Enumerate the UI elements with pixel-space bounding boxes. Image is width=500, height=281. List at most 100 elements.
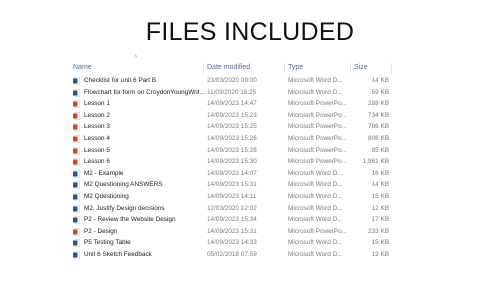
file-type: Microsoft Word D...: [288, 169, 343, 177]
column-divider[interactable]: [284, 63, 285, 73]
file-size: 15 KB: [371, 239, 389, 247]
file-row[interactable]: Lesson 2 14/09/2023 15:23 Microsoft PowerP…: [69, 110, 399, 122]
file-type: Microsoft Word D...: [288, 88, 343, 96]
file-size: 59 KB: [371, 88, 389, 96]
column-header-size[interactable]: Size: [354, 62, 368, 74]
file-type: Microsoft PowerPo...: [288, 100, 347, 108]
powerpoint-icon: [73, 158, 80, 167]
file-date: 11/03/2020 16:25: [207, 88, 257, 96]
file-name: Lesson 6: [84, 158, 110, 166]
file-size: 14 KB: [371, 77, 389, 84]
file-name: M2. Justify Design decisions: [84, 204, 165, 212]
file-row[interactable]: Lesson 6 14/09/2023 15:30 Microsoft PowerP…: [69, 156, 399, 168]
file-row[interactable]: P5 Testing Table 14/09/2023 14:33 Microsof…: [69, 237, 399, 249]
file-type: Microsoft Word D...: [288, 181, 343, 189]
word-doc-icon: [73, 251, 80, 259]
column-divider[interactable]: [391, 63, 392, 73]
file-type: Microsoft Word D...: [288, 193, 343, 200]
file-name: Flowchart for form on CroydonYoungWrit..…: [84, 88, 205, 96]
word-doc-icon: [73, 181, 80, 190]
file-row[interactable]: P2 - Design 14/09/2023 15:31 Microsoft Pow…: [69, 226, 399, 238]
file-type: Microsoft Word D...: [288, 77, 343, 84]
column-header-row: Name Date modified Type Size: [69, 62, 399, 74]
file-type: Microsoft PowerPo...: [288, 135, 347, 142]
word-doc-icon: [73, 239, 80, 248]
file-date: 12/03/2020 12:02: [207, 204, 257, 212]
column-divider[interactable]: [350, 63, 351, 73]
word-doc-icon: [73, 204, 80, 213]
file-type: Microsoft PowerPo...: [288, 227, 347, 235]
powerpoint-icon: [73, 146, 80, 155]
file-row[interactable]: Lesson 4 14/09/2023 15:26 Microsoft PowerP…: [69, 133, 399, 145]
file-name: P2 - Design: [84, 227, 118, 235]
column-divider[interactable]: [203, 63, 204, 73]
file-size: 734 KB: [368, 111, 389, 119]
file-date: 14/09/2023 15:31: [207, 227, 257, 235]
file-type: Microsoft PowerPo...: [288, 111, 347, 119]
powerpoint-icon: [73, 135, 80, 143]
column-header-date-modified[interactable]: Date modified: [207, 62, 250, 74]
file-size: 14 KB: [371, 181, 389, 189]
file-explorer-list: ^ Name Date modified Type Size Checklist…: [69, 55, 399, 266]
word-doc-icon: [73, 216, 80, 225]
file-date: 14/09/2023 15:26: [207, 135, 257, 142]
slide-title: FILES INCLUDED: [145, 18, 355, 46]
powerpoint-icon: [73, 111, 80, 120]
powerpoint-icon: [73, 123, 80, 132]
file-name: P2 - Review the Website Design: [84, 216, 176, 224]
word-doc-icon: [73, 88, 80, 97]
file-type: Microsoft Word D...: [288, 216, 343, 224]
file-size: 17 KB: [371, 216, 389, 224]
file-date: 14/09/2023 15:31: [207, 181, 257, 189]
file-type: Microsoft Word D...: [288, 239, 343, 247]
file-date: 14/09/2023 15:34: [207, 216, 257, 224]
file-size: 806 KB: [368, 135, 389, 142]
powerpoint-icon: [73, 227, 80, 236]
file-name: M2 - Example: [84, 169, 124, 177]
file-date: 14/09/2023 14:47: [207, 100, 257, 108]
file-date: 14/09/2023 14:11: [207, 193, 257, 200]
file-row[interactable]: M2. Justify Design decisions 12/03/2020 1…: [69, 203, 399, 215]
file-size: 233 KB: [368, 227, 389, 235]
column-header-type[interactable]: Type: [288, 62, 303, 74]
file-name: M2 Questioning: [84, 193, 129, 200]
file-row[interactable]: Lesson 3 14/09/2023 15:25 Microsoft PowerP…: [69, 121, 399, 133]
file-row[interactable]: Lesson 1 14/09/2023 14:47 Microsoft PowerP…: [69, 98, 399, 110]
file-row[interactable]: Unit 6 Sketch Feedback 05/02/2018 07:59 Mi…: [69, 249, 399, 261]
file-size: 15 KB: [371, 193, 389, 200]
file-size: 12 KB: [371, 204, 389, 212]
file-date: 23/03/2020 09:00: [207, 77, 257, 84]
file-row[interactable]: Flowchart for form on CroydonYoungWrit..…: [69, 87, 399, 99]
word-doc-icon: [73, 169, 80, 178]
file-row[interactable]: Checklist for unit 6 Part B 23/03/2020 09…: [69, 75, 399, 87]
powerpoint-icon: [73, 100, 80, 109]
word-doc-icon: [73, 77, 80, 85]
file-size: 288 KB: [368, 100, 389, 108]
file-size: 16 KB: [371, 169, 389, 177]
word-doc-icon: [73, 193, 80, 201]
file-size: 19 KB: [371, 251, 389, 258]
file-type: Microsoft PowerPo...: [288, 123, 347, 131]
file-date: 14/09/2023 15:30: [207, 158, 257, 166]
file-date: 05/02/2018 07:59: [207, 251, 257, 258]
file-name: M2 Questioning ANSWERS: [84, 181, 163, 189]
file-date: 14/09/2023 15:23: [207, 111, 257, 119]
file-row[interactable]: M2 Questioning 14/09/2023 14:11 Microsoft …: [69, 191, 399, 203]
file-date: 14/09/2023 15:28: [207, 146, 257, 154]
file-name: Lesson 5: [84, 146, 110, 154]
file-row[interactable]: M2 Questioning ANSWERS 14/09/2023 15:31 Mi…: [69, 179, 399, 191]
file-date: 14/09/2023 14:33: [207, 239, 257, 247]
file-name: Lesson 3: [84, 123, 110, 131]
file-size: 786 KB: [368, 123, 389, 131]
file-name: Lesson 1: [84, 100, 110, 108]
file-type: Microsoft PowerPo...: [288, 158, 347, 166]
column-header-name[interactable]: Name: [73, 62, 92, 74]
file-date: 14/09/2023 15:25: [207, 123, 257, 131]
file-row[interactable]: P2 - Review the Website Design 14/09/2023…: [69, 214, 399, 226]
file-size: 85 KB: [371, 146, 389, 154]
file-name: Lesson 4: [84, 135, 110, 142]
file-row[interactable]: M2 - Example 14/09/2023 14:07 Microsoft Wo…: [69, 168, 399, 180]
file-name: Checklist for unit 6 Part B: [84, 77, 157, 84]
file-row[interactable]: Lesson 5 14/09/2023 15:28 Microsoft PowerP…: [69, 145, 399, 157]
file-name: P5 Testing Table: [84, 239, 131, 247]
